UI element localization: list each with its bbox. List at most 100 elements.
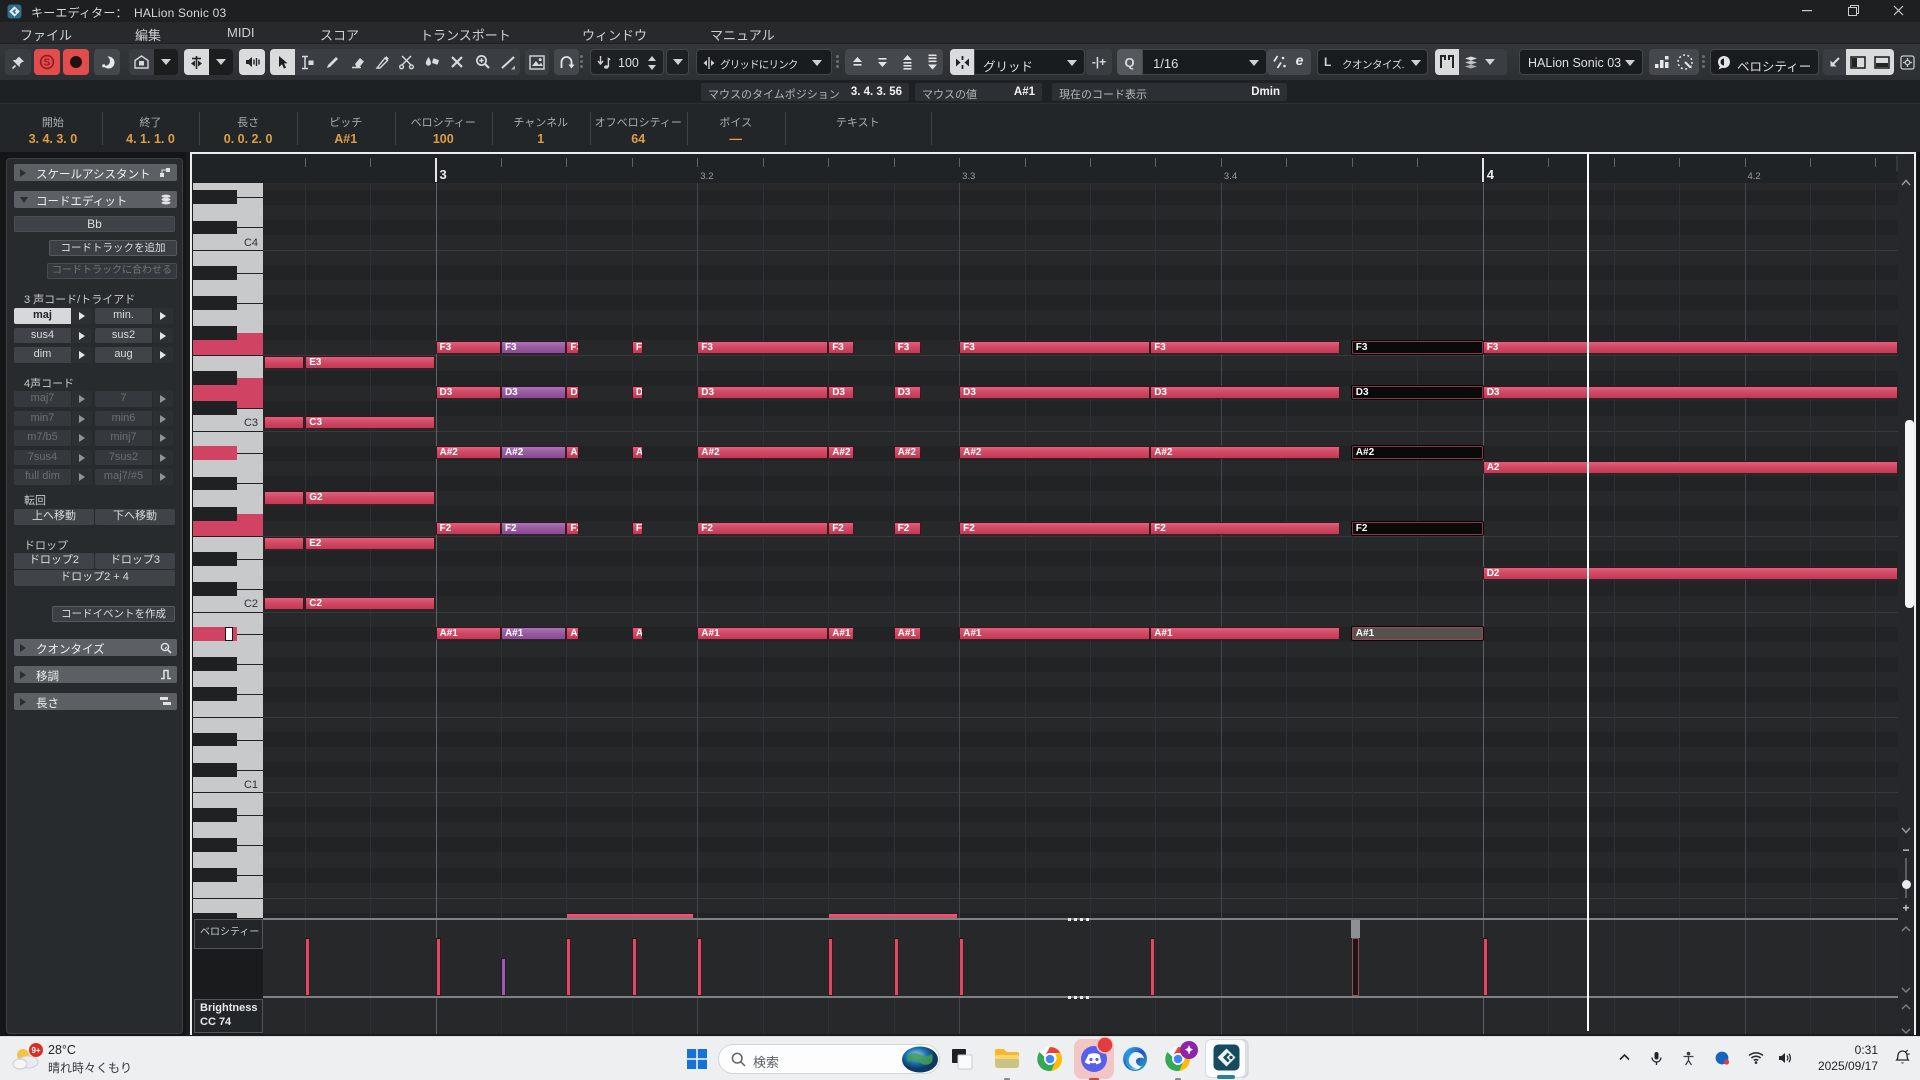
- key-F#0[interactable]: [193, 868, 237, 882]
- timeline-ruler[interactable]: 33.23.33.444.2: [192, 154, 1914, 183]
- drop24-button[interactable]: ドロップ2 + 4: [14, 570, 175, 586]
- zoom-slider-knob[interactable]: [1902, 880, 1911, 889]
- key-D#3[interactable]: [193, 371, 237, 385]
- note-F3[interactable]: F3: [828, 341, 854, 354]
- drop3-button[interactable]: ドロップ3: [95, 553, 175, 569]
- insert-velocity-spinner[interactable]: [646, 55, 658, 71]
- scroll-down-arrow[interactable]: [1901, 826, 1911, 836]
- note-A#2[interactable]: A#2: [894, 446, 921, 459]
- note-E3[interactable]: E3: [305, 356, 435, 369]
- note-F3[interactable]: F3: [566, 341, 578, 354]
- chord-7sus2-arrow[interactable]: [153, 450, 173, 466]
- info-field-6[interactable]: オフベロシティー64: [590, 104, 688, 151]
- start-button[interactable]: [682, 1044, 712, 1074]
- chord-sus2-button[interactable]: sus2: [95, 328, 173, 344]
- edge-icon[interactable]: [1120, 1044, 1150, 1074]
- velocity-bar[interactable]: [436, 938, 441, 996]
- close-button[interactable]: [1881, 0, 1915, 22]
- note-D3[interactable]: D3: [697, 386, 828, 399]
- scroll-up-arrow[interactable]: [1901, 178, 1911, 188]
- info-field-4[interactable]: ベロシティー100: [395, 104, 493, 151]
- note-E3[interactable]: [264, 356, 304, 369]
- note-A#2[interactable]: A#2: [501, 446, 566, 459]
- tray-mic-icon[interactable]: [1650, 1051, 1663, 1071]
- chord-maj7-arrow[interactable]: [72, 391, 92, 407]
- key-C#3[interactable]: [193, 401, 237, 415]
- chord-dim-arrow[interactable]: [72, 347, 92, 363]
- info-field-0[interactable]: 開始3. 4. 3. 0: [4, 104, 102, 151]
- key-F#2[interactable]: [193, 507, 237, 521]
- zoom-out-button[interactable]: −: [1900, 843, 1912, 857]
- chord-dim-button[interactable]: dim: [14, 347, 92, 363]
- key-F3[interactable]: [237, 333, 264, 356]
- minimize-button[interactable]: [1790, 0, 1824, 22]
- note-grid[interactable]: E3C3G2E2C2F3F3F3F3F3F3F3F3F3F3D3D3D3D3D3…: [263, 183, 1898, 918]
- quantize-preset-well[interactable]: 1/16: [1142, 49, 1267, 75]
- scissors-tool[interactable]: [394, 49, 419, 75]
- note-F2[interactable]: F2: [632, 522, 643, 535]
- info-field-2[interactable]: 長さ0. 0. 2. 0: [199, 104, 297, 151]
- note-A#2[interactable]: A#2: [697, 446, 828, 459]
- menu-2[interactable]: MIDI: [227, 25, 254, 40]
- grid-type-well[interactable]: グリッド: [974, 49, 1085, 75]
- key-D3[interactable]: [237, 378, 264, 408]
- presets-button[interactable]: [129, 49, 154, 75]
- task-view-button[interactable]: [947, 1044, 977, 1074]
- note-A#2[interactable]: A#2: [632, 446, 643, 459]
- note-F3[interactable]: F3: [436, 341, 501, 354]
- link-grid-well[interactable]: グリッドにリンク: [696, 49, 832, 75]
- tray-volume-icon[interactable]: [1778, 1051, 1793, 1070]
- velocity-lane[interactable]: [263, 920, 1898, 996]
- key-G#2[interactable]: [193, 477, 237, 491]
- key-C#1[interactable]: [193, 763, 237, 777]
- note-expression-button[interactable]: [1654, 55, 1670, 69]
- move-up-button[interactable]: [851, 56, 864, 68]
- info-field-8[interactable]: テキスト: [785, 104, 932, 151]
- vlane-scroll-down[interactable]: [1901, 985, 1911, 995]
- velocity-bar[interactable]: [1150, 938, 1155, 996]
- note-G2[interactable]: [264, 491, 304, 504]
- quantize-panel-button[interactable]: e: [1290, 52, 1309, 71]
- output-track-well[interactable]: HALion Sonic 03: [1519, 49, 1643, 75]
- tray-accessibility-icon[interactable]: [1682, 1051, 1695, 1071]
- insert-velocity-dropdown[interactable]: [666, 49, 689, 75]
- note-A#1[interactable]: A#1: [894, 627, 921, 640]
- note-D3[interactable]: D3: [828, 386, 854, 399]
- move-up-chord-button[interactable]: 上へ移動: [14, 509, 94, 525]
- section-chord-edit[interactable]: コードエディット: [14, 191, 177, 208]
- note-F3[interactable]: F3: [501, 341, 566, 354]
- show-part-borders-button[interactable]: [1435, 49, 1459, 75]
- velocity-bar[interactable]: [566, 938, 571, 996]
- info-field-3[interactable]: ピッチA#1: [297, 104, 395, 151]
- section-transpose[interactable]: 移調: [14, 666, 177, 683]
- zoom-slider-track[interactable]: [1905, 858, 1907, 898]
- note-D3[interactable]: D3: [1483, 386, 1898, 399]
- velocity-bar[interactable]: [828, 938, 833, 996]
- split-knife-tool[interactable]: [370, 49, 395, 75]
- key-F#3[interactable]: [193, 326, 237, 340]
- chord-m7/b5-button[interactable]: m7/b5: [14, 430, 92, 446]
- chord-min6-button[interactable]: min6: [95, 411, 173, 427]
- note-C2[interactable]: [264, 597, 304, 610]
- key-G#1[interactable]: [193, 657, 237, 671]
- key-A#2[interactable]: [193, 446, 237, 460]
- velocity-bar[interactable]: [894, 938, 899, 996]
- key-D#0[interactable]: [193, 913, 237, 918]
- match-chord-track-button[interactable]: コードトラックに合わせる: [47, 263, 177, 279]
- note-F2[interactable]: F2: [894, 522, 921, 535]
- object-selection-tool[interactable]: [270, 49, 295, 75]
- tray-chevron-icon[interactable]: [1618, 1051, 1631, 1069]
- left-zone-toggle[interactable]: [1846, 49, 1870, 75]
- tray-wifi-icon[interactable]: [1748, 1051, 1764, 1069]
- note-G2[interactable]: G2: [305, 491, 435, 504]
- velocity-bar[interactable]: [1483, 938, 1488, 996]
- key-A#0[interactable]: [193, 808, 237, 822]
- midi-dial-button[interactable]: [1676, 53, 1694, 71]
- note-F3[interactable]: F3: [894, 341, 921, 354]
- event-colors-button[interactable]: [525, 49, 549, 75]
- insert-velocity-value[interactable]: 100: [618, 56, 639, 70]
- weather-widget[interactable]: 9+: [10, 1042, 44, 1080]
- snap-toggle[interactable]: [950, 49, 974, 75]
- menu-0[interactable]: ファイル: [20, 25, 72, 44]
- chord-7-arrow[interactable]: [153, 391, 173, 407]
